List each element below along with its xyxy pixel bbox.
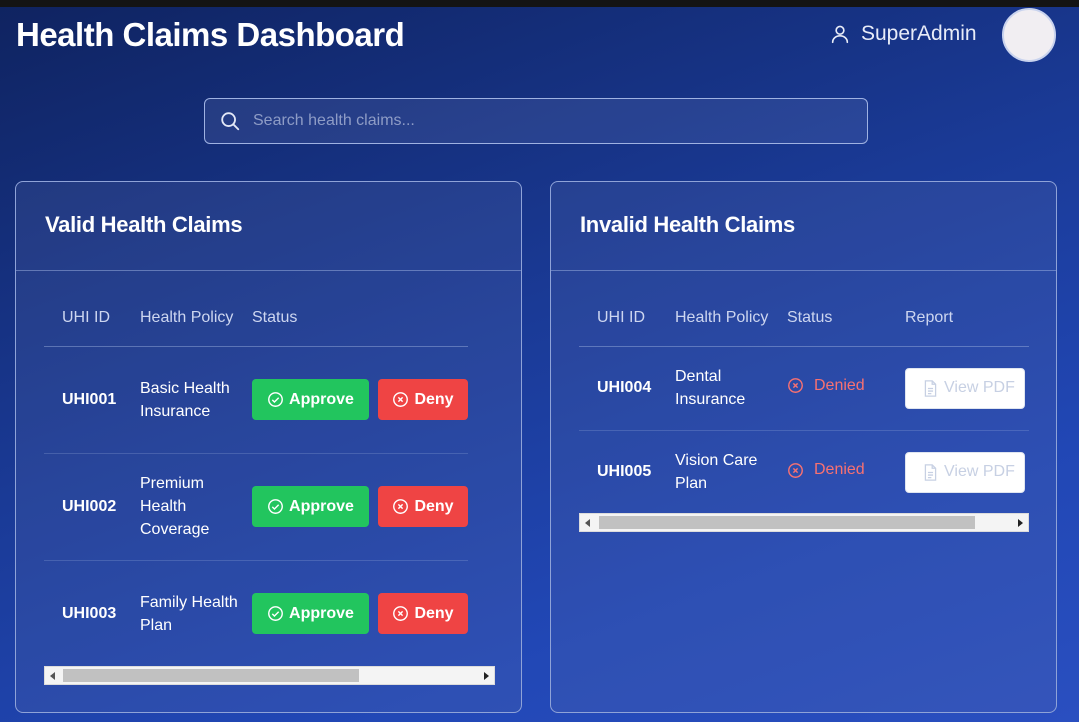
search-input[interactable] bbox=[253, 112, 853, 130]
view-pdf-button[interactable]: View PDF bbox=[905, 451, 1025, 493]
scroll-right-arrow-icon[interactable] bbox=[478, 667, 494, 684]
deny-label: Deny bbox=[414, 390, 454, 408]
approve-button[interactable]: Approve bbox=[252, 486, 369, 527]
status-badge: Denied bbox=[787, 377, 865, 395]
uhi-id-cell: UHI004 bbox=[597, 379, 652, 396]
check-circle-icon bbox=[268, 606, 283, 622]
search-bar bbox=[204, 98, 868, 144]
column-header-uhi-id: UHI ID bbox=[62, 308, 110, 326]
table-header-row: UHI ID Health Policy Status Report bbox=[579, 290, 1029, 346]
x-circle-icon bbox=[393, 606, 409, 622]
view-pdf-button[interactable]: View PDF bbox=[905, 367, 1025, 409]
table-header-row: UHI ID Health Policy Status bbox=[44, 290, 468, 346]
deny-label: Deny bbox=[414, 497, 454, 515]
deny-button[interactable]: Deny bbox=[378, 486, 468, 527]
status-cell: Denied bbox=[787, 346, 905, 430]
x-circle-icon bbox=[788, 378, 803, 394]
x-circle-icon bbox=[393, 499, 409, 514]
approve-label: Approve bbox=[289, 604, 354, 622]
view-pdf-label: View PDF bbox=[944, 379, 1015, 396]
status-cell: Approve Deny bbox=[252, 453, 468, 560]
table-row: UHI005 Vision Care Plan Denied View PDF bbox=[579, 430, 1029, 514]
report-cell: View PDF bbox=[905, 346, 1029, 430]
column-header-uhi-id: UHI ID bbox=[597, 308, 645, 326]
deny-label: Deny bbox=[414, 604, 454, 622]
scroll-left-arrow-icon[interactable] bbox=[45, 667, 61, 684]
uhi-id-cell: UHI002 bbox=[62, 497, 117, 515]
table-row: UHI003 Family Health Plan Approve Deny bbox=[44, 560, 468, 667]
scrollbar-thumb[interactable] bbox=[63, 669, 359, 682]
status-badge: Denied bbox=[787, 461, 865, 479]
file-icon bbox=[924, 463, 937, 481]
invalid-claims-table: UHI ID Health Policy Status Report UHI00… bbox=[579, 290, 1029, 514]
status-text: Denied bbox=[814, 376, 865, 394]
table-row: UHI002 Premium Health Coverage Approve D… bbox=[44, 453, 468, 560]
column-header-report: Report bbox=[905, 308, 954, 326]
valid-claims-panel: Valid Health Claims UHI ID Health Policy… bbox=[15, 181, 522, 713]
uhi-id-cell: UHI005 bbox=[597, 463, 652, 481]
invalid-claims-title: Invalid Health Claims bbox=[580, 212, 795, 237]
invalid-claims-table-container[interactable]: UHI ID Health Policy Status Report UHI00… bbox=[579, 290, 1029, 514]
user-name: SuperAdmin bbox=[861, 22, 977, 45]
avatar[interactable] bbox=[1002, 8, 1056, 62]
invalid-table-scrollbar[interactable] bbox=[579, 513, 1029, 532]
policy-cell: Premium Health Coverage bbox=[140, 475, 210, 538]
table-row: UHI001 Basic Health Insurance Approve De… bbox=[44, 346, 468, 453]
report-cell: View PDF bbox=[905, 430, 1029, 514]
approve-button[interactable]: Approve bbox=[252, 379, 369, 420]
scrollbar-thumb[interactable] bbox=[599, 516, 975, 529]
column-header-health-policy: Health Policy bbox=[140, 309, 234, 327]
policy-cell: Vision Care Plan bbox=[675, 452, 758, 493]
valid-claims-table-container[interactable]: UHI ID Health Policy Status UHI001 Basic… bbox=[44, 290, 495, 667]
approve-label: Approve bbox=[289, 497, 354, 515]
column-header-status: Status bbox=[252, 308, 298, 326]
x-circle-icon bbox=[393, 392, 409, 407]
user-icon bbox=[831, 25, 849, 44]
approve-label: Approve bbox=[289, 390, 354, 408]
table-row: UHI004 Dental Insurance Denied View PDF bbox=[579, 346, 1029, 430]
user-menu[interactable]: SuperAdmin bbox=[829, 22, 977, 46]
search-icon bbox=[221, 112, 240, 131]
status-cell: Approve Deny bbox=[252, 346, 468, 453]
invalid-claims-panel: Invalid Health Claims UHI ID Health Poli… bbox=[550, 181, 1057, 713]
approve-button[interactable]: Approve bbox=[252, 593, 369, 635]
view-pdf-label: View PDF bbox=[944, 463, 1015, 481]
scroll-left-arrow-icon[interactable] bbox=[580, 514, 596, 531]
valid-claims-title: Valid Health Claims bbox=[45, 212, 243, 237]
check-circle-icon bbox=[268, 392, 283, 407]
status-cell: Denied bbox=[787, 430, 905, 514]
valid-claims-table: UHI ID Health Policy Status UHI001 Basic… bbox=[44, 290, 468, 667]
x-circle-icon bbox=[788, 462, 803, 478]
policy-cell: Basic Health Insurance bbox=[140, 379, 230, 420]
page-title: Health Claims Dashboard bbox=[16, 16, 405, 53]
deny-button[interactable]: Deny bbox=[378, 593, 468, 635]
policy-cell: Family Health Plan bbox=[140, 593, 238, 634]
invalid-claims-header: Invalid Health Claims bbox=[551, 182, 1056, 271]
column-header-status: Status bbox=[787, 308, 833, 326]
status-text: Denied bbox=[814, 461, 865, 478]
status-cell: Approve Deny bbox=[252, 560, 468, 667]
scroll-right-arrow-icon[interactable] bbox=[1012, 514, 1028, 531]
valid-table-scrollbar[interactable] bbox=[44, 666, 495, 685]
file-icon bbox=[924, 379, 937, 397]
uhi-id-cell: UHI001 bbox=[62, 390, 117, 408]
top-edge-bar bbox=[0, 0, 1079, 7]
column-header-health-policy: Health Policy bbox=[675, 309, 769, 327]
check-circle-icon bbox=[268, 499, 283, 514]
valid-claims-header: Valid Health Claims bbox=[16, 182, 521, 271]
deny-button[interactable]: Deny bbox=[378, 379, 468, 420]
policy-cell: Dental Insurance bbox=[675, 368, 746, 408]
uhi-id-cell: UHI003 bbox=[62, 604, 117, 622]
